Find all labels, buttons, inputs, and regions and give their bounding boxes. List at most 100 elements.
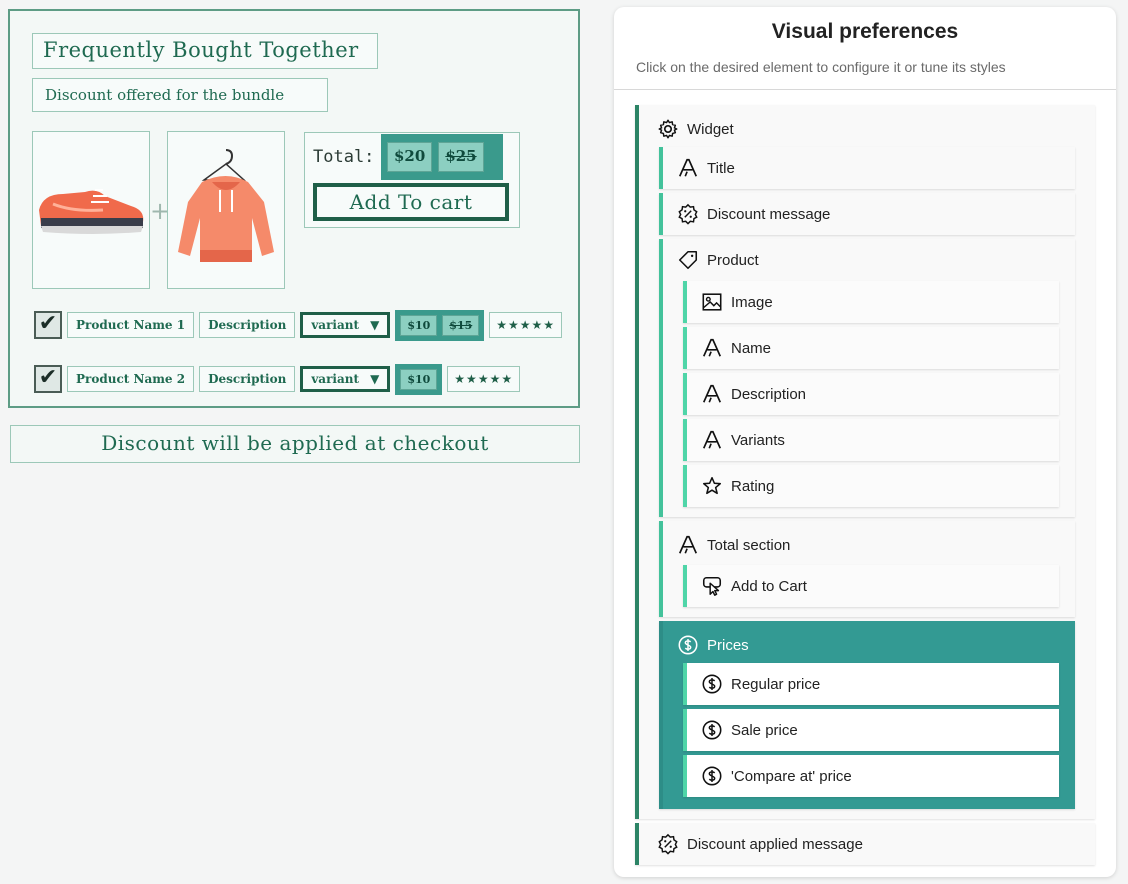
panel-title: Visual preferences <box>771 20 959 43</box>
tree-label: Title <box>707 159 735 177</box>
tree-item-discount-message[interactable]: Discount message <box>677 203 830 225</box>
total-label: Total: <box>313 147 375 167</box>
product-sale-price[interactable]: $10 <box>400 314 438 336</box>
variant-value: variant <box>311 318 359 332</box>
tree-node-widget: Widget Title Discount message Product Im… <box>635 105 1095 819</box>
product-name[interactable]: Product Name 2 <box>67 366 195 392</box>
tree-label: Discount applied message <box>687 835 863 853</box>
tree-node-variants[interactable]: Variants <box>683 419 1059 461</box>
product-checkbox[interactable]: ✔ <box>34 365 62 393</box>
tree-label: Sale price <box>731 721 798 739</box>
tree-node-title[interactable]: Title <box>659 147 1075 189</box>
total-prices[interactable]: $20 $25 <box>381 134 503 180</box>
chevron-down-icon: ▼ <box>370 318 380 332</box>
product-rating[interactable]: ★★★★★ <box>447 366 521 392</box>
tree-node-compare-price[interactable]: 'Compare at' price <box>683 755 1059 797</box>
total-section[interactable]: Total: $20 $25 Add To cart <box>304 132 520 228</box>
tree-item-regular-price[interactable]: Regular price <box>701 673 820 695</box>
tree-node-prices: Prices Regular price Sale price 'Compare… <box>659 621 1075 809</box>
tree-label: Widget <box>687 120 734 138</box>
tree-label: Name <box>731 339 772 357</box>
tree-item-image[interactable]: Image <box>701 291 773 313</box>
image-icon <box>701 291 723 313</box>
total-compare-price[interactable]: $25 <box>438 142 484 172</box>
product-prices[interactable]: $10 <box>395 363 443 395</box>
product-description[interactable]: Description <box>199 366 296 392</box>
tree-item-title[interactable]: Title <box>677 157 735 179</box>
tree-node-rating[interactable]: Rating <box>683 465 1059 507</box>
font-icon <box>701 429 723 451</box>
font-icon <box>677 157 699 179</box>
tree-item-variants[interactable]: Variants <box>701 429 785 451</box>
preview-discount-message[interactable]: Discount offered for the bundle <box>32 78 328 112</box>
tree-label: Regular price <box>731 675 821 693</box>
product-description[interactable]: Description <box>199 312 296 338</box>
dollar-circle-icon <box>677 634 699 656</box>
tree-node-image[interactable]: Image <box>683 281 1059 323</box>
dollar-circle-icon <box>701 673 723 695</box>
panel-subtitle: Click on the desired element to configur… <box>636 59 1006 75</box>
tree-label: Image <box>731 293 773 311</box>
divider <box>614 89 1116 90</box>
chevron-down-icon: ▼ <box>370 372 380 386</box>
tree-item-add-to-cart[interactable]: Add to Cart <box>701 575 807 597</box>
product-sale-price[interactable]: $10 <box>400 368 438 390</box>
tree-node-sale-price[interactable]: Sale price <box>683 709 1059 751</box>
dollar-circle-icon <box>701 765 723 787</box>
tree-node-discount-applied[interactable]: Discount applied message <box>635 823 1095 865</box>
tree-node-description[interactable]: Description <box>683 373 1059 415</box>
tree-item-widget[interactable]: Widget <box>657 118 734 140</box>
tree-label: Discount message <box>707 205 831 223</box>
font-icon <box>701 337 723 359</box>
tree-node-total-section: Total section Add to Cart <box>659 521 1075 617</box>
preview-title[interactable]: Frequently Bought Together <box>32 33 378 69</box>
tree-item-total-section[interactable]: Total section <box>677 534 790 556</box>
tree-item-name[interactable]: Name <box>701 337 771 359</box>
widget-preview: Frequently Bought Together Discount offe… <box>8 9 580 408</box>
font-icon <box>677 534 699 556</box>
tree-node-regular-price[interactable]: Regular price <box>683 663 1059 705</box>
tree-label: 'Compare at' price <box>731 767 852 785</box>
product-compare-price[interactable]: $15 <box>442 314 480 336</box>
tree-node-name[interactable]: Name <box>683 327 1059 369</box>
product-row: ✔ Product Name 2 Description variant ▼ $… <box>34 363 521 395</box>
tree-label: Total section <box>707 536 791 554</box>
dollar-circle-icon <box>701 719 723 741</box>
variant-select[interactable]: variant ▼ <box>300 366 391 392</box>
tree-node-discount-message[interactable]: Discount message <box>659 193 1075 235</box>
product-rating[interactable]: ★★★★★ <box>489 312 563 338</box>
tree-item-discount-applied[interactable]: Discount applied message <box>657 833 863 855</box>
shoe-icon <box>39 189 144 234</box>
tree-item-rating[interactable]: Rating <box>701 475 774 497</box>
add-to-cart-button[interactable]: Add To cart <box>313 183 509 221</box>
visual-preferences-panel: Visual preferences Click on the desired … <box>614 7 1116 877</box>
tree-node-product: Product Image Name Description Variants … <box>659 239 1075 517</box>
tree-node-add-to-cart[interactable]: Add to Cart <box>683 565 1059 607</box>
tree-label: Prices <box>707 636 749 654</box>
tree-label: Add to Cart <box>731 577 807 595</box>
discount-badge-icon <box>677 203 699 225</box>
variant-select[interactable]: variant ▼ <box>300 312 391 338</box>
button-pointer-icon <box>701 575 723 597</box>
tree-item-product[interactable]: Product <box>677 249 759 271</box>
product-checkbox[interactable]: ✔ <box>34 311 62 339</box>
tree-item-description[interactable]: Description <box>701 383 806 405</box>
product-prices[interactable]: $10 $15 <box>395 309 485 341</box>
discount-badge-icon <box>657 833 679 855</box>
product-image-shoe[interactable] <box>32 131 150 289</box>
font-icon <box>701 383 723 405</box>
star-icon <box>701 475 723 497</box>
total-sale-price[interactable]: $20 <box>387 142 433 172</box>
product-name[interactable]: Product Name 1 <box>67 312 195 338</box>
tree-item-prices[interactable]: Prices <box>677 634 749 656</box>
gear-icon <box>657 118 679 140</box>
product-row: ✔ Product Name 1 Description variant ▼ $… <box>34 309 563 341</box>
tag-icon <box>677 249 699 271</box>
variant-value: variant <box>311 372 359 386</box>
hoodie-icon <box>178 149 274 262</box>
discount-applied-message[interactable]: Discount will be applied at checkout <box>10 425 580 463</box>
tree-item-sale-price[interactable]: Sale price <box>701 719 798 741</box>
tree-item-compare-price[interactable]: 'Compare at' price <box>701 765 852 787</box>
tree-label: Variants <box>731 431 785 449</box>
product-image-hoodie[interactable] <box>167 131 285 289</box>
